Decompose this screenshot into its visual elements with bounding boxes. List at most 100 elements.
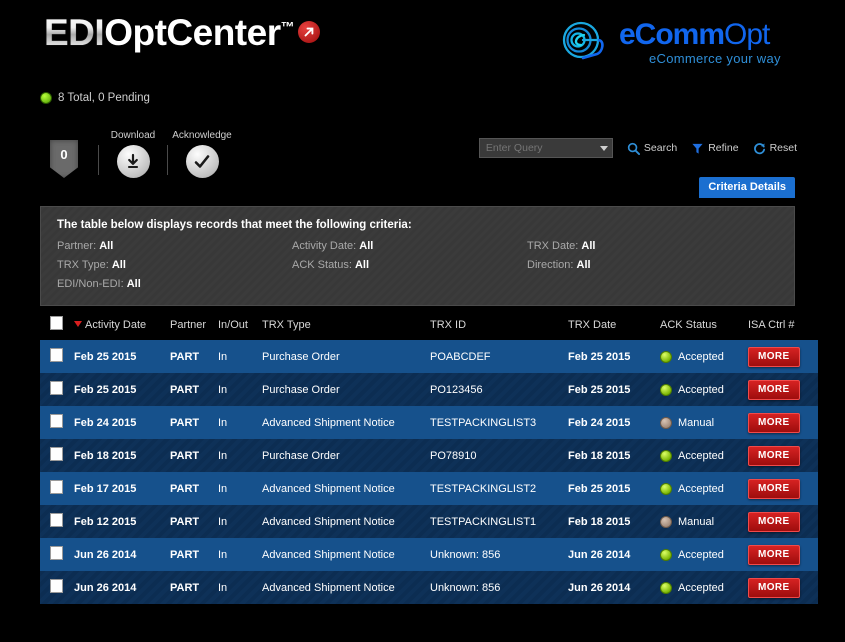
cell-isa-ctrl[interactable]: MORE: [748, 505, 818, 538]
table-row[interactable]: Feb 18 2015 PART In Purchase Order PO78910 Fe…: [40, 439, 818, 472]
reset-icon: [753, 142, 765, 154]
criteria-details-tab[interactable]: Criteria Details: [699, 177, 795, 198]
row-checkbox[interactable]: [50, 348, 63, 362]
more-button[interactable]: MORE: [748, 346, 800, 367]
cell-isa-ctrl[interactable]: MORE: [748, 472, 818, 505]
download-button[interactable]: Download: [105, 130, 161, 178]
row-select-cell[interactable]: [40, 373, 74, 406]
cell-isa-ctrl[interactable]: MORE: [748, 406, 818, 439]
table-body: Feb 25 2015 PART In Purchase Order POABCDEF F…: [40, 340, 818, 604]
row-checkbox[interactable]: [50, 447, 63, 461]
row-checkbox[interactable]: [50, 480, 63, 494]
refine-button[interactable]: Refine: [691, 142, 739, 155]
cell-trx-type: Advanced Shipment Notice: [262, 581, 395, 594]
header-trx-id[interactable]: TRX ID: [430, 310, 568, 340]
ack-status-dot-icon: [660, 350, 672, 363]
table-row[interactable]: Jun 26 2014 PART In Advanced Shipment Notic…: [40, 571, 818, 604]
search-label: Search: [643, 142, 678, 154]
more-button[interactable]: MORE: [748, 379, 800, 400]
cell-activity-date: Feb 25 2015: [74, 383, 137, 396]
row-select-cell[interactable]: [40, 505, 74, 538]
cell-trx-id: PO123456: [430, 383, 483, 396]
select-all-checkbox[interactable]: [50, 316, 63, 330]
table-row[interactable]: Feb 24 2015 PART In Advanced Shipment Notic…: [40, 406, 818, 439]
cell-ack-status: Accepted: [660, 571, 748, 604]
cell-isa-ctrl[interactable]: MORE: [748, 571, 818, 604]
query-input-wrapper[interactable]: [478, 138, 613, 158]
table-row[interactable]: Jun 26 2014 PART In Advanced Shipment Notic…: [40, 538, 818, 571]
cell-partner: PART: [170, 548, 200, 561]
download-icon[interactable]: [116, 145, 150, 178]
table-row[interactable]: Feb 12 2015 PART In Advanced Shipment Notic…: [40, 505, 818, 538]
reset-button[interactable]: Reset: [753, 142, 797, 155]
table-row[interactable]: Feb 25 2015 PART In Purchase Order PO123456 F…: [40, 373, 818, 406]
cell-in-out: In: [218, 383, 228, 396]
cell-in-out: In: [218, 449, 228, 462]
row-select-cell[interactable]: [40, 340, 74, 373]
cell-trx-date: Feb 25 2015: [568, 383, 631, 396]
search-input[interactable]: [478, 138, 613, 158]
cell-trx-date: Jun 26 2014: [568, 548, 631, 561]
row-select-cell[interactable]: [40, 472, 74, 505]
cell-activity-date: Feb 17 2015: [74, 482, 137, 495]
header-isa-ctrl[interactable]: ISA Ctrl #: [748, 310, 818, 340]
cell-trx-id: TESTPACKINGLIST1: [430, 515, 537, 528]
header-activity-date[interactable]: Activity Date: [74, 310, 170, 340]
ack-status-dot-icon: [660, 515, 672, 528]
cell-trx-date: Feb 25 2015: [568, 482, 631, 495]
row-checkbox[interactable]: [50, 579, 63, 593]
refine-label: Refine: [708, 142, 739, 154]
cell-isa-ctrl[interactable]: MORE: [748, 439, 818, 472]
more-button[interactable]: MORE: [748, 544, 800, 565]
criteria-trx-type-label: TRX Type:: [57, 259, 109, 271]
acknowledge-button[interactable]: Acknowledge: [172, 130, 232, 178]
sort-descending-icon[interactable]: [74, 320, 82, 327]
header-partner[interactable]: Partner: [170, 310, 218, 340]
cell-trx-id: PO78910: [430, 449, 477, 462]
acknowledge-label: Acknowledge: [172, 130, 232, 141]
more-button[interactable]: MORE: [748, 511, 800, 532]
check-icon[interactable]: [185, 145, 219, 178]
select-all-header[interactable]: [40, 310, 74, 340]
ecommopt-swirl-icon: [562, 21, 604, 60]
cell-trx-id: POABCDEF: [430, 350, 491, 363]
cell-partner: PART: [170, 416, 200, 429]
cell-activity-date: Jun 26 2014: [74, 548, 137, 561]
row-checkbox[interactable]: [50, 414, 63, 428]
more-button[interactable]: MORE: [748, 445, 800, 466]
search-button[interactable]: Search: [627, 142, 677, 155]
logo-edi-text: EDI: [44, 12, 105, 53]
more-button[interactable]: MORE: [748, 412, 800, 433]
row-checkbox[interactable]: [50, 546, 63, 560]
header-trx-date[interactable]: TRX Date: [568, 310, 660, 340]
cell-in-out: In: [218, 515, 228, 528]
table-row[interactable]: Feb 17 2015 PART In Advanced Shipment Notic…: [40, 472, 818, 505]
table-row[interactable]: Feb 25 2015 PART In Purchase Order POABCDEF F…: [40, 340, 818, 373]
header-ack-status[interactable]: ACK Status: [660, 310, 748, 340]
ack-status-label: Accepted: [678, 383, 724, 396]
cell-partner: PART: [170, 449, 200, 462]
cell-isa-ctrl[interactable]: MORE: [748, 538, 818, 571]
cell-isa-ctrl[interactable]: MORE: [748, 373, 818, 406]
header-in-out[interactable]: In/Out: [218, 310, 262, 340]
cell-trx-type: Advanced Shipment Notice: [262, 548, 395, 561]
more-button[interactable]: MORE: [748, 577, 800, 598]
row-checkbox[interactable]: [50, 513, 63, 527]
row-select-cell[interactable]: [40, 571, 74, 604]
cell-isa-ctrl[interactable]: MORE: [748, 340, 818, 373]
ack-status-dot-icon: [660, 548, 672, 561]
cell-partner: PART: [170, 383, 200, 396]
row-checkbox[interactable]: [50, 381, 63, 395]
cell-trx-type: Purchase Order: [262, 383, 340, 396]
row-select-cell[interactable]: [40, 439, 74, 472]
criteria-activity-date-value: All: [359, 240, 374, 252]
ack-status-label: Manual: [678, 416, 715, 429]
row-select-cell[interactable]: [40, 406, 74, 439]
edi-optcenter-logo: EDIOptCenter™: [44, 12, 321, 53]
transactions-table: Activity Date Partner In/Out TRX Type TR…: [40, 310, 818, 604]
table-header-row: Activity Date Partner In/Out TRX Type TR…: [40, 310, 818, 340]
cell-ack-status: Accepted: [660, 472, 748, 505]
row-select-cell[interactable]: [40, 538, 74, 571]
header-trx-type[interactable]: TRX Type: [262, 310, 430, 340]
more-button[interactable]: MORE: [748, 478, 800, 499]
